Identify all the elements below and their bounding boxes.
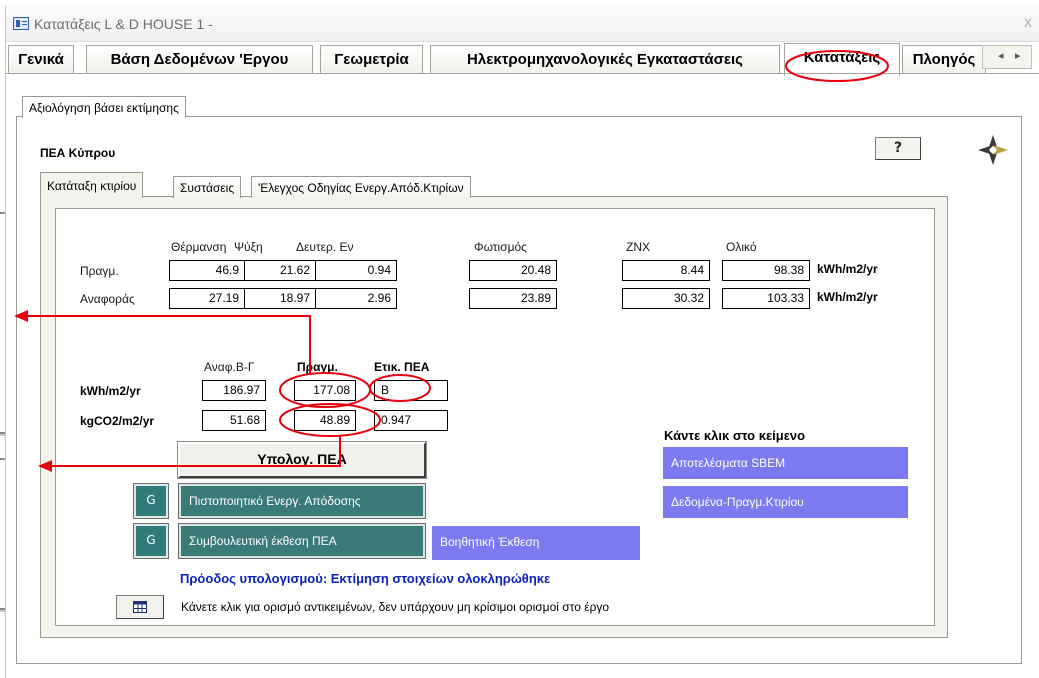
reference-heating-value: 27.19 [169, 288, 245, 309]
scroll-right-icon[interactable]: ▸ [1015, 49, 1021, 62]
table-icon [133, 601, 147, 613]
header-lighting: Φωτισμός [474, 240, 527, 254]
sbem-results-button[interactable]: Αποτελέσματα SBEM [663, 447, 908, 479]
building-data-button[interactable]: Δεδομένα-Πραγμ.Κτιρίου [663, 486, 908, 518]
actual-unit: kWh/m2/yr [817, 262, 878, 276]
advisory-report-button[interactable]: Συμβουλευτική έκθεση ΠΕΑ [178, 523, 426, 559]
close-icon[interactable]: x [1024, 14, 1032, 32]
tab-strip-divider [5, 73, 1039, 74]
reference-energy-rating: 186.97 [202, 380, 266, 401]
click-text-heading: Κάντε κλικ στο κείμενο [664, 428, 806, 443]
header-dhw: ZNX [626, 240, 650, 254]
tab-scroll: ◂ ▸ [982, 45, 1032, 69]
logo-icon [978, 135, 1008, 165]
tab-project-database[interactable]: Βάση Δεδομένων 'Εργου [86, 45, 313, 74]
calculate-epc-button[interactable]: Υπολογ. ΠΕΑ [177, 441, 427, 479]
row-actual-label: Πραγμ. [80, 264, 119, 278]
help-button[interactable]: ? [875, 137, 921, 160]
header-epc-label: Ετικ. ΠΕΑ [374, 360, 430, 374]
rating-unit-energy: kWh/m2/yr [80, 384, 141, 398]
define-objects-text: Κάνετε κλικ για ορισμό αντικειμένων, δεν… [181, 600, 610, 614]
generate-certificate-button[interactable]: G [133, 483, 169, 519]
header-reference-bg: Αναφ.Β-Γ [204, 360, 255, 374]
define-objects-button[interactable] [116, 595, 164, 619]
tab-geometry[interactable]: Γεωμετρία [320, 45, 423, 74]
progress-status: Πρόοδος υπολογισμού: Εκτίμηση στοιχείων … [180, 571, 551, 586]
tab-ratings[interactable]: Κατατάξεις [784, 43, 900, 76]
reference-unit: kWh/m2/yr [817, 290, 878, 304]
row-reference-label: Αναφοράς [80, 292, 135, 306]
tab-building-rating[interactable]: Κατάταξη κτιρίου [40, 172, 144, 198]
header-aux-energy: Δευτερ. Εν [296, 240, 354, 254]
reference-cooling-value: 18.97 [244, 288, 316, 309]
header-heating: Θέρμανση [171, 240, 227, 254]
pea-title: ΠΕΑ Κύπρου [40, 146, 116, 160]
auxiliary-report-button[interactable]: Βοηθητική Έκθεση [432, 526, 640, 560]
tab-assessment[interactable]: Αξιολόγηση βάσει εκτίμησης [22, 96, 186, 118]
epc-label-value: B [374, 380, 448, 401]
actual-lighting-value: 20.48 [469, 260, 557, 281]
actual-energy-rating: 177.08 [294, 380, 356, 401]
header-cooling: Ψύξη [234, 240, 263, 254]
tab-hvac-systems[interactable]: Ηλεκτρομηχανολογικές Εγκαταστάσεις [430, 45, 780, 74]
actual-aux-value: 0.94 [315, 260, 397, 281]
reference-lighting-value: 23.89 [469, 288, 557, 309]
certificate-button[interactable]: Πιστοποιητικό Ενεργ. Απόδοσης [178, 483, 426, 519]
reference-aux-value: 2.96 [315, 288, 397, 309]
rating-unit-co2: kgCO2/m2/yr [80, 414, 155, 428]
actual-heating-value: 46.9 [169, 260, 245, 281]
actual-cooling-value: 21.62 [244, 260, 316, 281]
co2-ratio-value: 0.947 [374, 410, 448, 431]
window-title: Κατατάξεις L & D HOUSE 1 - [34, 16, 213, 32]
tab-recommendations[interactable]: Συστάσεις [173, 176, 242, 198]
actual-dhw-value: 8.44 [622, 260, 710, 281]
scroll-left-icon[interactable]: ◂ [998, 49, 1004, 62]
tab-directive-check[interactable]: 'Ελεγχος Οδηγίας Ενεργ.Απόδ.Κτιρίων [251, 176, 471, 198]
header-total: Ολικό [726, 240, 757, 254]
tab-general[interactable]: Γενικά [8, 45, 74, 74]
reference-dhw-value: 30.32 [622, 288, 710, 309]
header-actual: Πραγμ. [297, 360, 338, 374]
generate-advisory-button[interactable]: G [133, 523, 169, 559]
actual-total-value: 98.38 [722, 260, 810, 281]
reference-total-value: 103.33 [722, 288, 810, 309]
tab-navigator[interactable]: Πλοηγός [902, 45, 986, 74]
form-icon [13, 17, 29, 30]
reference-co2-rating: 51.68 [202, 410, 266, 431]
actual-co2-rating: 48.89 [294, 410, 356, 431]
